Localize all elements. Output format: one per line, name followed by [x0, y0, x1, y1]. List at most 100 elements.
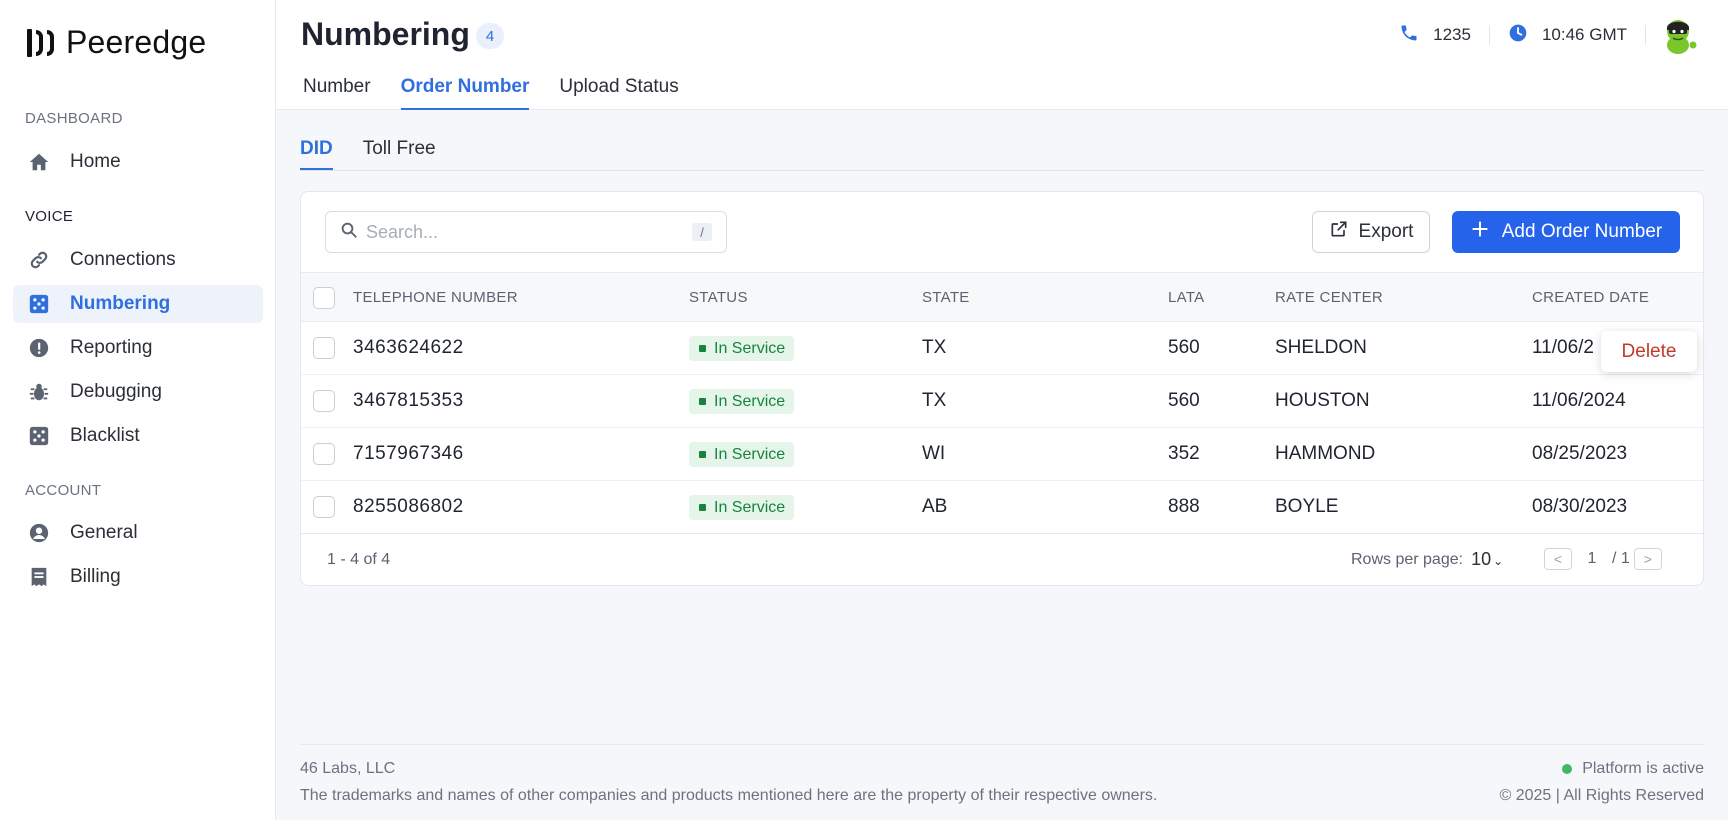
section-dashboard: DASHBOARD — [25, 110, 123, 127]
sidebar-item-label: Home — [70, 151, 121, 172]
phone-icon — [1399, 23, 1419, 48]
dice-icon — [27, 292, 51, 316]
select-all-checkbox[interactable] — [313, 287, 335, 309]
link-icon — [27, 248, 51, 272]
logo-text: Peeredge — [66, 24, 207, 60]
cell-rate-center: HOUSTON — [1275, 390, 1370, 411]
cell-state: TX — [922, 390, 947, 411]
platform-status-text: Platform is active — [1582, 760, 1704, 777]
col-state[interactable]: STATE — [922, 289, 970, 306]
footer-copyright: © 2025 | All Rights Reserved — [1499, 787, 1705, 804]
sidebar-item-label: Reporting — [70, 337, 153, 358]
cell-created-date: 08/30/2023 — [1532, 496, 1628, 517]
col-telephone-number[interactable]: TELEPHONE NUMBER — [353, 289, 518, 306]
status-badge: In Service — [689, 442, 795, 467]
tab-order-number[interactable]: Order Number — [400, 76, 530, 110]
table-row[interactable]: 7157967346 In Service WI 352 HAMMOND 08/… — [301, 428, 1703, 481]
cell-number: 8255086802 — [353, 496, 464, 517]
cell-rate-center: BOYLE — [1275, 496, 1339, 517]
col-status[interactable]: STATUS — [689, 289, 748, 306]
phone-count: 1235 — [1433, 25, 1471, 44]
sidebar-item-label: Debugging — [70, 381, 162, 402]
tab-upload-status[interactable]: Upload Status — [559, 76, 678, 110]
prev-page-button[interactable]: < — [1544, 548, 1572, 570]
sidebar-item-home[interactable]: Home — [13, 143, 263, 181]
count-badge: 4 — [476, 23, 504, 49]
sidebar-item-label: Billing — [70, 566, 121, 587]
col-created-date[interactable]: CREATED DATE — [1532, 289, 1649, 306]
table-header: TELEPHONE NUMBER STATUS STATE LATA RATE … — [301, 272, 1703, 322]
section-voice: VOICE — [25, 208, 74, 225]
page-total: / 1 — [1612, 550, 1630, 567]
subtabs: DID Toll Free — [300, 136, 1704, 171]
table-row[interactable]: 3467815353 In Service TX 560 HOUSTON 11/… — [301, 375, 1703, 428]
cell-created-date: 08/25/2023 — [1532, 443, 1628, 464]
cell-state: TX — [922, 337, 947, 358]
plus-icon — [1470, 219, 1490, 245]
cell-state: WI — [922, 443, 946, 464]
clock-icon — [1508, 23, 1528, 48]
table-row[interactable]: 3463624622 In Service TX 560 SHELDON 11/… — [301, 322, 1703, 375]
sidebar-item-numbering[interactable]: Numbering — [13, 285, 263, 323]
cell-lata: 888 — [1168, 496, 1200, 517]
section-account: ACCOUNT — [25, 482, 102, 499]
footer-disclaimer: The trademarks and names of other compan… — [300, 787, 1158, 804]
bug-icon — [27, 380, 51, 404]
receipt-icon — [27, 565, 51, 589]
table-row[interactable]: 8255086802 In Service AB 888 BOYLE 08/30… — [301, 481, 1703, 534]
search-shortcut: / — [692, 223, 712, 241]
row-checkbox[interactable] — [313, 390, 335, 412]
cell-rate-center: HAMMOND — [1275, 443, 1376, 464]
alert-icon — [27, 336, 51, 360]
sidebar-item-billing[interactable]: Billing — [13, 558, 263, 596]
delete-menu-item[interactable]: Delete — [1601, 331, 1697, 372]
row-checkbox[interactable] — [313, 337, 335, 359]
main-tabs: Number Order Number Upload Status — [303, 76, 709, 110]
sidebar-item-debugging[interactable]: Debugging — [13, 373, 263, 411]
page-header: Numbering 4 Number Order Number Upload S… — [276, 0, 1728, 110]
sidebar-item-label: Numbering — [70, 293, 171, 314]
sidebar-item-reporting[interactable]: Reporting — [13, 329, 263, 367]
tab-number[interactable]: Number — [303, 76, 371, 110]
phone-indicator[interactable]: 1235 — [1381, 23, 1489, 48]
export-button[interactable]: Export — [1312, 211, 1430, 253]
rows-per-page: Rows per page: 10 ⌄ — [1351, 549, 1503, 570]
cell-created-date: 11/06/2024 — [1532, 390, 1626, 411]
sidebar-item-blacklist[interactable]: Blacklist — [13, 417, 263, 455]
col-rate-center[interactable]: RATE CENTER — [1275, 289, 1383, 306]
cell-lata: 560 — [1168, 390, 1200, 411]
header-status: 1235 10:46 GMT — [1381, 15, 1698, 55]
status-badge: In Service — [689, 389, 795, 414]
cell-state: AB — [922, 496, 948, 517]
add-order-label: Add Order Number — [1501, 221, 1663, 242]
logo[interactable]: Peeredge — [27, 24, 206, 61]
sidebar-item-general[interactable]: General — [13, 514, 263, 552]
rows-per-page-select[interactable]: 10 ⌄ — [1471, 549, 1503, 570]
search-icon — [340, 221, 358, 244]
add-order-number-button[interactable]: Add Order Number — [1452, 211, 1680, 253]
platform-status: Platform is active — [1562, 760, 1704, 778]
cell-rate-center: SHELDON — [1275, 337, 1367, 358]
status-dot-icon — [1562, 764, 1573, 774]
cell-lata: 352 — [1168, 443, 1200, 464]
row-checkbox[interactable] — [313, 443, 335, 465]
export-label: Export — [1358, 221, 1414, 242]
clock-time: 10:46 GMT — [1541, 25, 1627, 44]
tab-did[interactable]: DID — [300, 136, 333, 170]
avatar[interactable] — [1658, 15, 1698, 55]
range-text: 1 - 4 of 4 — [327, 551, 391, 568]
page-current[interactable]: 1 — [1572, 550, 1612, 568]
search-box[interactable]: / — [325, 211, 727, 253]
next-page-button[interactable]: > — [1633, 548, 1662, 570]
cell-number: 7157967346 — [353, 443, 464, 464]
tab-toll-free[interactable]: Toll Free — [363, 136, 436, 170]
divider — [1645, 25, 1646, 45]
row-checkbox[interactable] — [313, 496, 335, 518]
home-icon — [27, 150, 51, 174]
col-lata[interactable]: LATA — [1168, 289, 1205, 306]
sidebar-item-connections[interactable]: Connections — [13, 241, 263, 279]
sidebar: Peeredge DASHBOARD Home VOICE Connection… — [0, 0, 276, 820]
logo-icon — [27, 26, 54, 60]
search-input[interactable] — [366, 221, 692, 243]
page-title: Numbering — [301, 16, 470, 52]
